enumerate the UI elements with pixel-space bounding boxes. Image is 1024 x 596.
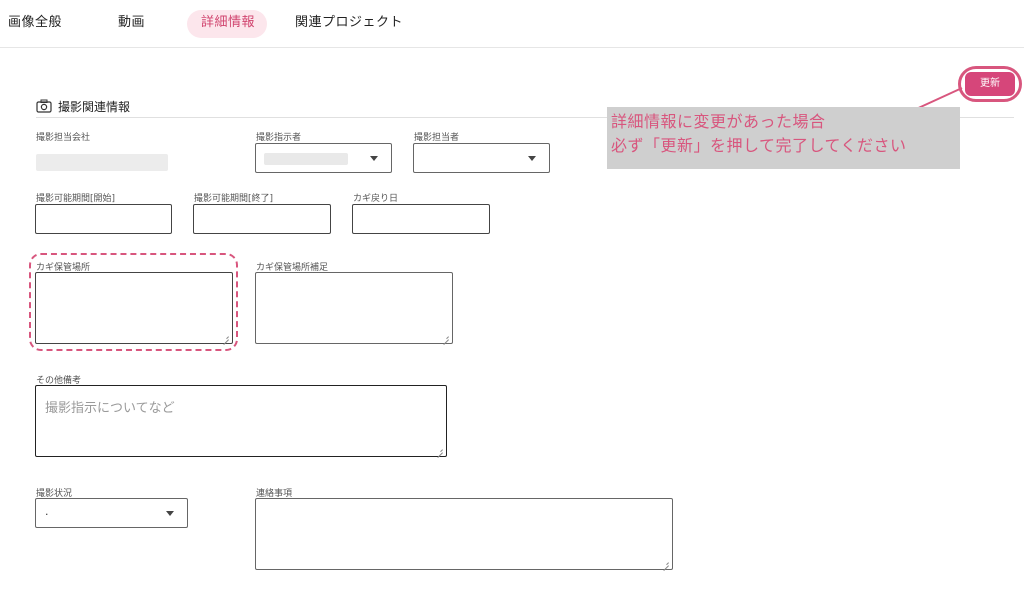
section-title: 撮影関連情報 (58, 100, 131, 114)
contact-textarea[interactable] (255, 498, 673, 570)
company-readonly-field (36, 154, 168, 171)
tab-video[interactable]: 動画 (118, 0, 145, 46)
tab-details[interactable]: 詳細情報 (201, 0, 255, 46)
period-start-label: 撮影可能期間[開始] (36, 194, 116, 204)
key-return-label: カギ戻り日 (353, 194, 399, 204)
tab-related-projects[interactable]: 関連プロジェクト (295, 0, 403, 46)
resize-handle-icon[interactable] (443, 334, 449, 340)
resize-handle-icon[interactable] (437, 447, 443, 453)
other-notes-placeholder: 撮影指示についてなど (45, 401, 175, 416)
status-select[interactable]: . (35, 498, 188, 528)
resize-handle-icon[interactable] (223, 334, 229, 340)
period-start-input[interactable] (35, 204, 172, 234)
annotation-callout: 詳細情報に変更があった場合 必ず「更新」を押して完了してください (607, 107, 960, 169)
period-end-input[interactable] (193, 204, 331, 234)
other-notes-textarea[interactable]: 撮影指示についてなど (35, 385, 447, 457)
chevron-down-icon (370, 156, 378, 161)
key-return-input[interactable] (352, 204, 490, 234)
period-end-label: 撮影可能期間[終了] (194, 194, 274, 204)
status-selected-value: . (45, 505, 49, 518)
tab-image-general[interactable]: 画像全般 (8, 0, 62, 46)
resize-handle-icon[interactable] (663, 560, 669, 566)
tab-divider (0, 47, 1024, 48)
annotation-line-2: 必ず「更新」を押して完了してください (611, 136, 907, 155)
chevron-down-icon (528, 156, 536, 161)
instructor-select[interactable] (255, 143, 392, 173)
key-location-textarea[interactable] (35, 272, 233, 344)
camera-icon (36, 99, 52, 113)
update-button[interactable]: 更新 (965, 72, 1015, 96)
chevron-down-icon (166, 511, 174, 516)
instructor-selected-value (264, 153, 348, 165)
company-label: 撮影担当会社 (36, 133, 91, 143)
person-label: 撮影担当者 (414, 133, 460, 143)
instructor-label: 撮影指示者 (256, 133, 302, 143)
person-select[interactable] (413, 143, 550, 173)
key-location-note-textarea[interactable] (255, 272, 453, 344)
annotation-line-1: 詳細情報に変更があった場合 (611, 112, 826, 131)
